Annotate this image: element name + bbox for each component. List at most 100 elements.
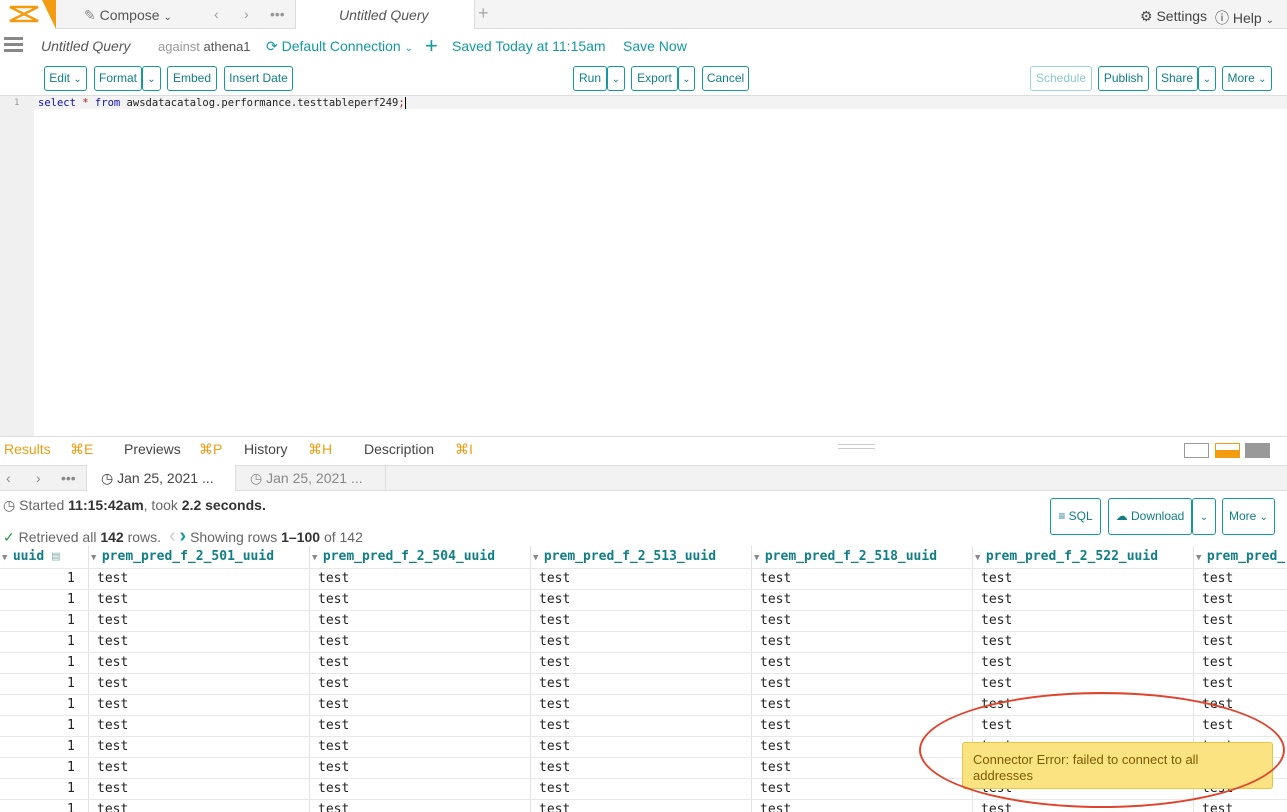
- table-cell[interactable]: test: [539, 697, 570, 712]
- table-cell[interactable]: test: [97, 802, 128, 812]
- table-cell[interactable]: test: [97, 571, 128, 586]
- database-selector[interactable]: against athena1: [158, 39, 251, 54]
- table-row[interactable]: 1 test test test test test test: [0, 631, 1287, 652]
- table-cell[interactable]: test: [981, 613, 1012, 628]
- table-cell[interactable]: test: [539, 739, 570, 754]
- run-dropdown-button[interactable]: ⌄: [607, 66, 625, 91]
- more-button[interactable]: More ⌄: [1222, 66, 1272, 91]
- table-row[interactable]: 1 test test test test test test: [0, 652, 1287, 673]
- layout-results-only-icon[interactable]: [1245, 443, 1270, 458]
- export-button[interactable]: Export: [631, 66, 678, 91]
- sort-icon[interactable]: ▼: [754, 553, 765, 563]
- uuid-cell[interactable]: 1: [67, 781, 75, 796]
- table-cell[interactable]: test: [318, 655, 349, 670]
- add-connection-icon[interactable]: +: [425, 33, 438, 59]
- table-cell[interactable]: test: [539, 613, 570, 628]
- table-cell[interactable]: test: [1202, 634, 1233, 649]
- table-cell[interactable]: test: [1202, 676, 1233, 691]
- column-header[interactable]: ▼ prem_pred_f_2_501_uuid: [91, 546, 274, 568]
- prev-page-icon[interactable]: ‹: [169, 525, 176, 547]
- query-title[interactable]: Untitled Query: [41, 38, 130, 54]
- code-line[interactable]: select * from awsdatacatalog.performance…: [38, 97, 406, 109]
- table-cell[interactable]: test: [97, 718, 128, 733]
- save-now-link[interactable]: Save Now: [623, 38, 687, 54]
- menu-icon[interactable]: [4, 37, 23, 55]
- table-row[interactable]: 1 test test test test test test: [0, 589, 1287, 610]
- table-cell[interactable]: test: [981, 634, 1012, 649]
- table-cell[interactable]: test: [318, 613, 349, 628]
- table-cell[interactable]: test: [1202, 655, 1233, 670]
- insert-date-button[interactable]: Insert Date: [224, 66, 293, 91]
- column-header[interactable]: ▼ prem_pred_f_2_522_uuid: [975, 546, 1158, 568]
- table-cell[interactable]: test: [318, 781, 349, 796]
- table-cell[interactable]: test: [760, 718, 791, 733]
- compose-menu[interactable]: ✎ Compose ⌄: [84, 7, 172, 24]
- table-cell[interactable]: test: [539, 571, 570, 586]
- publish-button[interactable]: Publish: [1098, 66, 1149, 91]
- embed-button[interactable]: Embed: [167, 66, 217, 91]
- table-row[interactable]: 1 test test test test test test: [0, 568, 1287, 589]
- uuid-cell[interactable]: 1: [67, 802, 75, 812]
- sort-icon[interactable]: ▼: [2, 553, 13, 563]
- table-row[interactable]: 1 test test test test test test: [0, 673, 1287, 694]
- table-cell[interactable]: test: [981, 655, 1012, 670]
- uuid-cell[interactable]: 1: [67, 760, 75, 775]
- sql-button[interactable]: ≡ SQL: [1050, 498, 1101, 535]
- table-cell[interactable]: test: [318, 802, 349, 812]
- uuid-cell[interactable]: 1: [67, 613, 75, 628]
- export-dropdown-button[interactable]: ⌄: [678, 66, 695, 91]
- sort-icon[interactable]: ▼: [533, 553, 544, 563]
- app-logo[interactable]: [0, 0, 56, 29]
- format-dropdown-button[interactable]: ⌄: [142, 66, 161, 91]
- connection-selector[interactable]: ⟳ Default Connection ⌄: [266, 38, 413, 55]
- table-cell[interactable]: test: [760, 634, 791, 649]
- tab-untitled-query[interactable]: Untitled Query: [295, 0, 475, 29]
- table-cell[interactable]: test: [97, 592, 128, 607]
- forward-arrow-icon[interactable]: ›: [36, 470, 41, 486]
- results-more-button[interactable]: More ⌄: [1222, 498, 1275, 535]
- tab-results[interactable]: Results: [4, 441, 51, 457]
- table-cell[interactable]: test: [318, 592, 349, 607]
- table-cell[interactable]: test: [1202, 613, 1233, 628]
- download-button[interactable]: ☁ Download: [1108, 498, 1192, 535]
- table-cell[interactable]: test: [97, 739, 128, 754]
- table-cell[interactable]: test: [981, 676, 1012, 691]
- table-cell[interactable]: test: [318, 760, 349, 775]
- table-cell[interactable]: test: [318, 718, 349, 733]
- layout-split-icon[interactable]: [1215, 443, 1240, 458]
- table-cell[interactable]: test: [318, 676, 349, 691]
- schedule-button[interactable]: Schedule: [1030, 66, 1092, 91]
- back-arrow-icon[interactable]: ‹: [214, 6, 219, 22]
- result-tab-1[interactable]: ◷ Jan 25, 2021 ...: [86, 465, 236, 491]
- table-cell[interactable]: test: [1202, 802, 1233, 812]
- tab-overflow-icon[interactable]: •••: [270, 6, 285, 22]
- sql-editor[interactable]: 1 select * from awsdatacatalog.performan…: [0, 95, 1287, 437]
- table-cell[interactable]: test: [97, 760, 128, 775]
- table-cell[interactable]: test: [539, 655, 570, 670]
- sort-icon[interactable]: ▼: [975, 553, 986, 563]
- table-cell[interactable]: test: [760, 676, 791, 691]
- table-cell[interactable]: test: [981, 592, 1012, 607]
- column-header[interactable]: ▼ prem_pred_f_2_504_uuid: [312, 546, 495, 568]
- table-cell[interactable]: test: [1202, 592, 1233, 607]
- table-cell[interactable]: test: [539, 718, 570, 733]
- table-cell[interactable]: test: [97, 676, 128, 691]
- table-cell[interactable]: test: [760, 592, 791, 607]
- table-cell[interactable]: test: [981, 802, 1012, 812]
- table-cell[interactable]: test: [760, 739, 791, 754]
- table-cell[interactable]: test: [981, 571, 1012, 586]
- tab-description[interactable]: Description: [364, 441, 434, 457]
- column-header[interactable]: ▼ uuid ▤: [2, 546, 60, 568]
- share-button[interactable]: Share: [1156, 66, 1198, 91]
- sort-icon[interactable]: ▼: [1196, 553, 1207, 563]
- table-cell[interactable]: test: [760, 781, 791, 796]
- table-cell[interactable]: test: [97, 781, 128, 796]
- uuid-cell[interactable]: 1: [67, 571, 75, 586]
- table-cell[interactable]: test: [760, 760, 791, 775]
- help-menu[interactable]: ⓘ Help ⌄: [1215, 8, 1274, 28]
- format-button[interactable]: Format: [94, 66, 142, 91]
- table-cell[interactable]: test: [97, 655, 128, 670]
- uuid-cell[interactable]: 1: [67, 655, 75, 670]
- settings-menu[interactable]: ⚙ Settings: [1140, 8, 1207, 25]
- table-cell[interactable]: test: [539, 802, 570, 812]
